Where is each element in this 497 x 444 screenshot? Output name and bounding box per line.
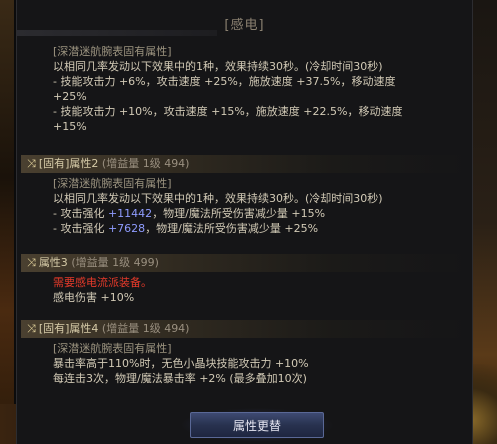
- attribute-line: 以相同几率发动以下效果中的1种，效果持续30秒。(冷却时间30秒): [53, 192, 383, 205]
- attribute-line: 感电伤害 +10%: [53, 291, 135, 304]
- attribute-gain: (增益量 1级 499): [71, 256, 159, 269]
- shuffle-icon: ⤨: [27, 256, 36, 269]
- attribute-line: - 技能攻击力 +6%，攻击速度 +25%，施放速度 +37.5%，移动速度: [53, 75, 396, 88]
- attribute-header[interactable]: ⤨ 属性3 (增益量 1级 499): [21, 254, 467, 272]
- attribute-line: - 攻击强化 +7628，物理/魔法所受伤害减少量 +25%: [53, 221, 467, 236]
- requirement-warning: 需要感电流派装备。: [53, 276, 152, 289]
- attribute-line: - 攻击强化 +11442，物理/魔法所受伤害减少量 +15%: [53, 206, 467, 221]
- shuffle-icon: ⤨: [27, 322, 36, 335]
- attribute-name: [固有]属性2: [38, 157, 99, 170]
- attribute-name: [固有]属性4: [38, 322, 99, 335]
- attack-boost-value: +7628: [107, 222, 146, 235]
- attribute-line: 暴击率高于110%时，无色小晶块技能攻击力 +10%: [53, 357, 309, 370]
- attribute-suffix: ，物理/魔法所受伤害减少量 +25%: [145, 222, 319, 235]
- panel-title: [感电]: [224, 18, 265, 33]
- attribute-line: - 技能攻击力 +10%，攻击速度 +15%，施放速度 +22.5%，移动速度: [53, 105, 403, 118]
- attribute-name: 属性3: [38, 256, 68, 269]
- attribute-line: 每连击3次，物理/魔法暴击率 +2% (最多叠加10次): [53, 372, 307, 385]
- attribute-section-4: ⤨ [固有]属性4 (增益量 1级 494) [深潜迷航腕表固有属性] 暴击率高于…: [21, 320, 467, 386]
- attribute-line: +25%: [53, 90, 87, 103]
- attribute-line: 以相同几率发动以下效果中的1种，效果持续30秒。(冷却时间30秒): [53, 60, 383, 73]
- attribute-suffix: ，物理/魔法所受伤害减少量 +15%: [152, 207, 326, 220]
- attack-boost-value: +11442: [107, 207, 153, 220]
- attribute-header[interactable]: ⤨ [固有]属性2 (增益量 1级 494): [21, 155, 467, 173]
- shuffle-icon: ⤨: [27, 157, 36, 170]
- attribute-prefix: - 攻击强化: [53, 207, 108, 220]
- attribute-panel: [感电] [深潜迷航腕表固有属性] 以相同几率发动以下效果中的1种，效果持续30…: [16, 0, 473, 444]
- attribute-source: [深潜迷航腕表固有属性]: [53, 342, 172, 355]
- attribute-section-2: ⤨ [固有]属性2 (增益量 1级 494) [深潜迷航腕表固有属性] 以相同几率…: [21, 155, 467, 236]
- attribute-source: [深潜迷航腕表固有属性]: [53, 177, 172, 190]
- attribute-header[interactable]: ⤨ [固有]属性4 (增益量 1级 494): [21, 320, 467, 338]
- attribute-source: [深潜迷航腕表固有属性]: [53, 45, 172, 58]
- attribute-line: +15%: [53, 120, 87, 133]
- attribute-prefix: - 攻击强化: [53, 222, 108, 235]
- attribute-replace-button[interactable]: 属性更替: [190, 412, 324, 438]
- attribute-gain: (增益量 1级 494): [101, 322, 190, 335]
- background-left: [0, 0, 14, 444]
- attribute-gain: (增益量 1级 494): [101, 157, 190, 170]
- attribute-section-1: [深潜迷航腕表固有属性] 以相同几率发动以下效果中的1种，效果持续30秒。(冷却…: [21, 44, 467, 134]
- attribute-section-3: ⤨ 属性3 (增益量 1级 499) 需要感电流派装备。 感电伤害 +10%: [21, 254, 467, 305]
